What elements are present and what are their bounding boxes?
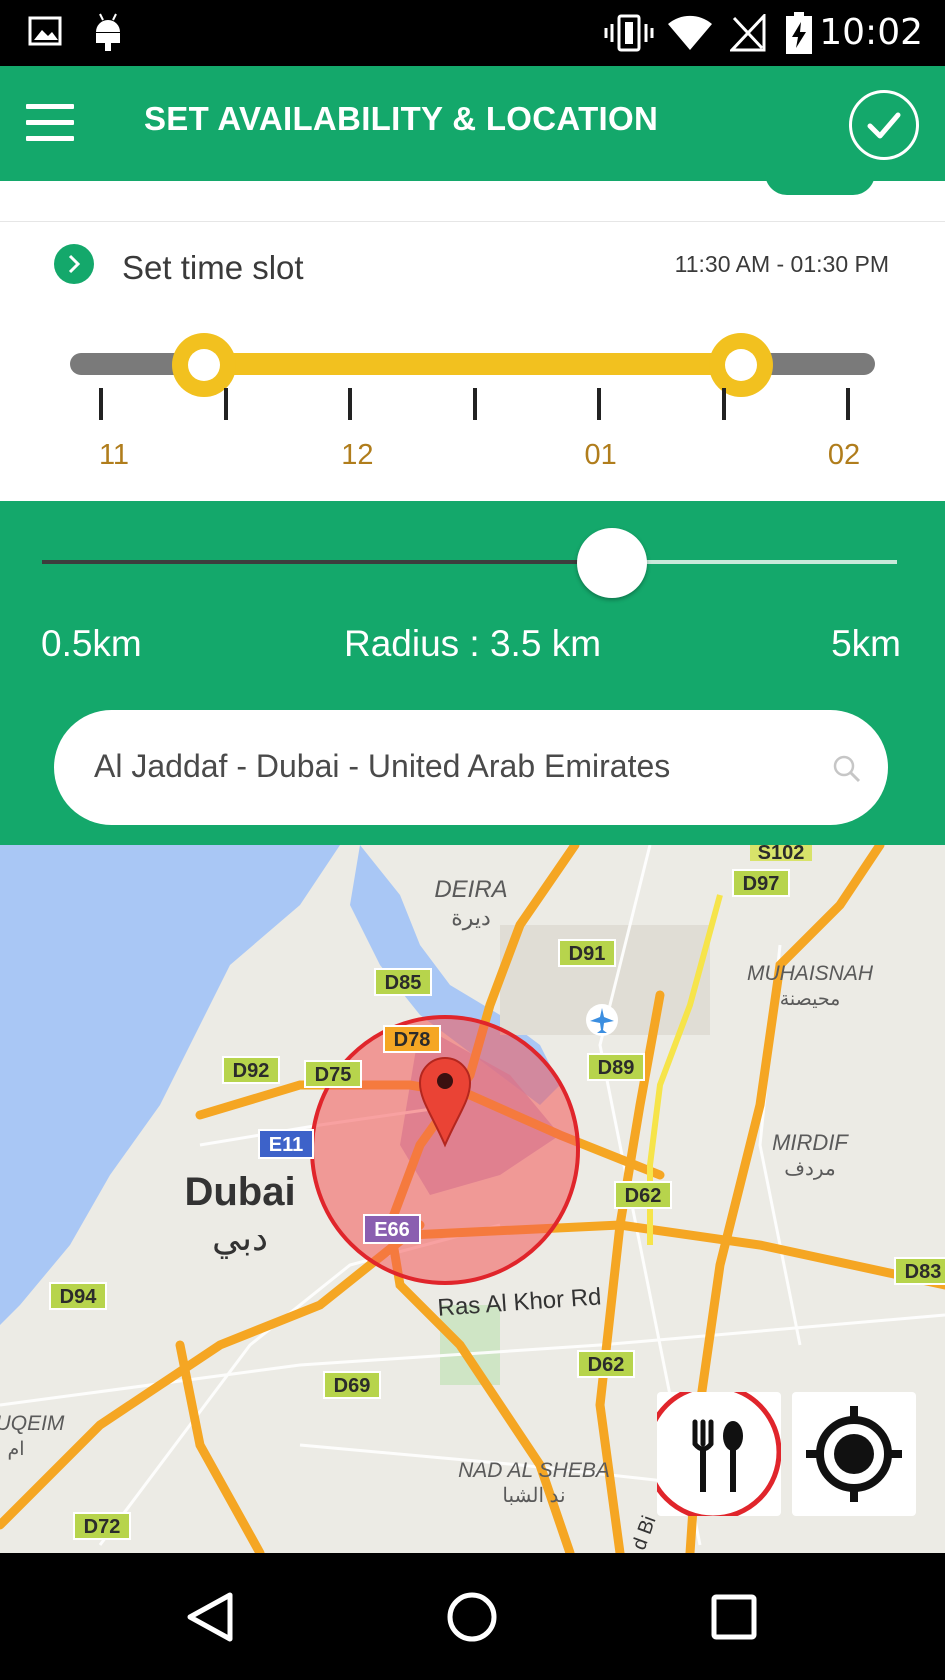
navigation-bar [0, 1553, 945, 1680]
chevron-right-icon[interactable] [54, 244, 94, 284]
label-dubai: Dubai [184, 1170, 295, 1214]
wifi-icon [668, 15, 712, 50]
road-shield: E11 [258, 1129, 314, 1159]
back-triangle-icon[interactable] [174, 1581, 246, 1653]
radius-section: 0.5km Radius : 3.5 km 5km Al Jaddaf - Du… [0, 501, 945, 845]
time-slot-label: Set time slot [122, 249, 304, 286]
svg-text:D78: D78 [394, 1029, 431, 1051]
radius-circle [310, 1015, 580, 1285]
crosshair-target-icon [806, 1406, 902, 1502]
svg-text:D89: D89 [598, 1057, 635, 1079]
road-shield: D78 [383, 1025, 441, 1053]
road-shield: D89 [587, 1053, 645, 1081]
label-muhaisnah: MUHAISNAH [747, 962, 874, 985]
label-deira: DEIRA [434, 876, 507, 903]
app-bar: SET AVAILABILITY & LOCATION [0, 66, 945, 181]
road-shield: D62 [577, 1350, 635, 1378]
svg-text:D75: D75 [315, 1064, 352, 1086]
label-nad-al-sheba-ar: ند الشبا [502, 1485, 565, 1507]
clock: 10:02 [819, 12, 923, 53]
road-shield: D69 [323, 1371, 381, 1399]
android-icon [96, 13, 120, 51]
label-ras-al-khor: Ras Al Khor Rd [437, 1283, 603, 1321]
svg-text:E11: E11 [269, 1134, 303, 1156]
radius-slider-handle[interactable] [577, 528, 647, 598]
svg-text:D92: D92 [233, 1060, 270, 1082]
svg-text:D85: D85 [385, 972, 422, 994]
search-icon[interactable] [832, 754, 862, 784]
time-range-end-handle[interactable] [708, 333, 773, 397]
svg-text:D83: D83 [905, 1261, 942, 1283]
time-slider-tick [597, 388, 601, 420]
location-search-input[interactable]: Al Jaddaf - Dubai - United Arab Emirates [54, 710, 888, 825]
time-slider-tick-label: 02 [827, 439, 861, 471]
divider [0, 221, 945, 222]
time-slider-tick [846, 388, 850, 420]
page-title: SET AVAILABILITY & LOCATION [144, 100, 659, 137]
svg-text:D72: D72 [84, 1516, 121, 1538]
my-location-button[interactable] [792, 1392, 916, 1516]
road-shield: D62 [614, 1181, 672, 1209]
confirm-button[interactable] [849, 90, 919, 160]
svg-text:D62: D62 [625, 1185, 662, 1207]
svg-text:S102: S102 [758, 845, 805, 864]
road-shield: D91 [558, 939, 616, 967]
airport-icon [586, 1004, 618, 1036]
road-shield: E66 [363, 1214, 421, 1244]
road-shield: S102 [750, 845, 812, 864]
no-signal-icon [730, 14, 766, 52]
vibrate-icon [604, 14, 654, 52]
recents-square-icon[interactable] [698, 1581, 770, 1653]
time-slider-tick [348, 388, 352, 420]
svg-text:D91: D91 [569, 943, 606, 965]
road-shield: D75 [304, 1060, 362, 1088]
radius-current-label: Radius : 3.5 km [343, 623, 602, 664]
radius-slider-track[interactable] [42, 560, 897, 564]
road-shield: D92 [222, 1056, 280, 1084]
time-slider-tick [99, 388, 103, 420]
label-nad-al-sheba: NAD AL SHEBA [458, 1459, 610, 1482]
map-view[interactable]: S102 D97 D91 D85 D78 D92 D75 D89 E11 D62… [0, 845, 945, 1553]
svg-text:D94: D94 [60, 1286, 98, 1308]
drag-handle [765, 173, 875, 195]
home-circle-icon[interactable] [436, 1581, 508, 1653]
svg-text:E66: E66 [374, 1219, 410, 1241]
label-deira-ar: ديرة [451, 905, 491, 931]
label-road-bi: d Bi [628, 1513, 660, 1553]
restaurant-filter-button[interactable] [657, 1392, 781, 1516]
check-circle-icon [867, 112, 901, 139]
road-shield: D72 [73, 1512, 131, 1540]
label-uqeim: UQEIM [0, 1412, 65, 1435]
radius-slider-fill [42, 560, 612, 564]
time-slider-tick-label: 12 [341, 439, 374, 471]
location-search-value: Al Jaddaf - Dubai - United Arab Emirates [94, 748, 671, 784]
road-shield: D83 [894, 1257, 945, 1285]
road-shield: D97 [732, 869, 790, 897]
time-range-fill [204, 353, 741, 375]
status-bar: 10:02 [0, 0, 945, 66]
time-slider-tick [721, 388, 726, 420]
time-slot-value: 11:30 AM - 01:30 PM [674, 251, 889, 277]
label-dubai-ar: دبي [212, 1217, 268, 1259]
image-icon [28, 16, 62, 46]
fork-spoon-icon [657, 1392, 781, 1516]
road-shield: D85 [374, 968, 432, 996]
svg-text:D97: D97 [743, 873, 780, 895]
battery-charging-icon [786, 12, 812, 54]
time-slider-tick-label: 01 [584, 439, 617, 471]
hamburger-menu-icon[interactable] [22, 100, 78, 144]
svg-text:D69: D69 [334, 1375, 371, 1397]
time-slider-tick-label: 11 [98, 439, 130, 471]
time-slot-section: Set time slot 11:30 AM - 01:30 PM 11 12 01… [0, 173, 945, 501]
label-muhaisnah-ar: محيصنة [780, 989, 841, 1010]
radius-max-label: 5km [831, 623, 901, 664]
time-slider-tick [223, 388, 228, 420]
time-slider-tick [472, 388, 477, 420]
label-mirdif: MIRDIF [772, 1130, 849, 1155]
label-mirdif-ar: مردف [784, 1158, 835, 1180]
road-shield: D94 [49, 1282, 107, 1310]
label-uqeim-ar: ام [7, 1439, 24, 1460]
svg-text:D62: D62 [588, 1354, 625, 1376]
